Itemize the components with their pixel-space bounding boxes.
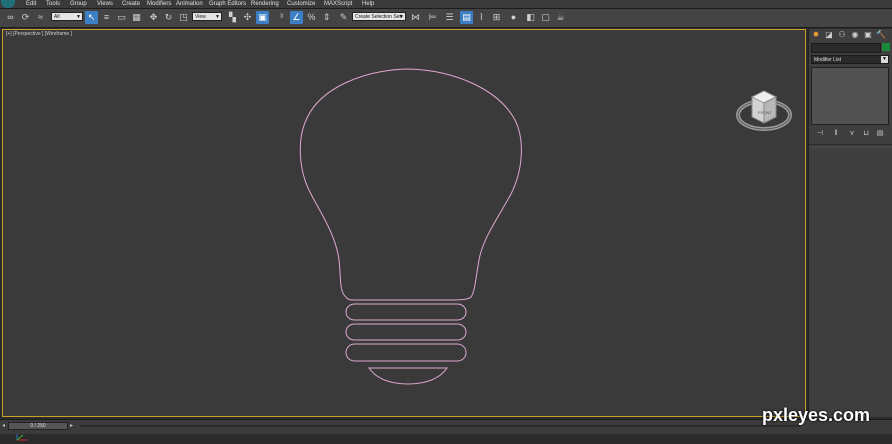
curve-editor-icon[interactable]: ⌇ [475,11,488,24]
align-icon[interactable]: ⊨ [426,11,439,24]
spinner-snap-icon[interactable]: ⇕ [320,11,333,24]
bind-space-warp-icon[interactable]: ≈ [34,11,47,24]
rendered-frame-window-icon[interactable]: ▢ [539,11,552,24]
modifier-list-dropdown[interactable]: Modifier List ▼ [811,55,889,64]
watermark: pxleyes.com [762,405,871,425]
main-toolbar: ∞ ⟳ ≈ All ▼ ↖ ≡ ▭ ▦ ✥ ↻ ◳ View ▼ ▚ ✣ ▣ ³ ∠… [0,9,892,28]
viewcube-face-label: FRONT [758,110,772,115]
unlink-icon[interactable]: ⟳ [19,11,32,24]
layer-manager-icon[interactable]: ☰ [443,11,456,24]
bulb-base-cap [368,367,448,385]
select-and-rotate-icon[interactable]: ↻ [162,11,175,24]
menu-edit[interactable]: Edit [26,0,36,8]
show-end-result-icon[interactable]: ‖ [831,130,841,138]
select-object-icon[interactable]: ↖ [85,11,98,24]
configure-modifier-sets-icon[interactable]: ▤ [875,130,885,138]
render-setup-icon[interactable]: ◧ [524,11,537,24]
hierarchy-tab-icon[interactable]: ⚇ [837,30,847,40]
menu-tools[interactable]: Tools [46,0,60,8]
bulb-glass-outline [299,68,522,301]
menu-modifiers[interactable]: Modifiers [147,0,171,8]
bulb-thread-ring-2 [345,323,467,341]
perspective-viewport[interactable]: [+] [Perspective ] [Wireframe ] FRONT [2,29,806,441]
snaps-toggle-icon[interactable]: ³ [275,11,288,24]
menu-graph-editors[interactable]: Graph Editors [209,0,246,8]
rectangular-selection-icon[interactable]: ▭ [115,11,128,24]
object-name-field[interactable] [811,43,881,53]
panel-divider [809,147,892,148]
percent-snap-icon[interactable]: % [305,11,318,24]
menu-help[interactable]: Help [362,0,374,8]
menu-group[interactable]: Group [70,0,87,8]
previous-frame-icon[interactable]: ◂ [2,422,5,429]
select-and-manipulate-icon[interactable]: ✣ [241,11,254,24]
link-icon[interactable]: ∞ [4,11,17,24]
utilities-tab-icon[interactable]: 🔨 [876,30,886,40]
menu-bar: Edit Tools Group Views Create Modifiers … [0,0,892,9]
select-by-name-icon[interactable]: ≡ [100,11,113,24]
app-logo-button[interactable] [1,0,15,8]
mirror-icon[interactable]: ⋈ [409,11,422,24]
render-production-icon[interactable]: ☕ [554,11,567,24]
viewcube[interactable]: FRONT [734,83,794,137]
keyboard-shortcut-override-icon[interactable]: ▣ [256,11,269,24]
panel-divider [809,144,892,145]
remove-modifier-icon[interactable]: ⊔ [861,130,871,138]
menu-maxscript[interactable]: MAXScript [324,0,352,8]
edit-named-selection-icon[interactable]: ✎ [337,11,350,24]
chevron-down-icon: ▼ [399,14,404,20]
menu-animation[interactable]: Animation [176,0,203,8]
schematic-view-icon[interactable]: ⊞ [490,11,503,24]
object-color-swatch[interactable] [882,43,890,51]
menu-customize[interactable]: Customize [287,0,315,8]
bulb-thread-ring-3 [345,343,467,362]
select-and-move-icon[interactable]: ✥ [147,11,160,24]
pin-stack-icon[interactable]: ⊣ [815,130,825,138]
motion-tab-icon[interactable]: ◉ [850,30,860,40]
window-crossing-icon[interactable]: ▦ [130,11,143,24]
modify-tab-icon[interactable]: ◪ [824,30,834,40]
make-unique-icon[interactable]: ⋎ [847,130,857,138]
chevron-down-icon: ▼ [215,14,220,20]
graphite-ribbon-icon[interactable]: ▤ [460,11,473,24]
bulb-thread-ring-1 [345,303,467,321]
display-tab-icon[interactable]: ▣ [863,30,873,40]
time-slider[interactable]: 0 / 250 [8,422,68,430]
reference-coordinate-dropdown[interactable]: View ▼ [192,12,222,21]
named-selection-sets-dropdown[interactable]: Create Selection Set ▼ [352,12,406,21]
material-editor-icon[interactable]: ● [507,11,520,24]
pivot-center-icon[interactable]: ▚ [226,11,239,24]
time-slider-bar: ◂ 0 / 250 ▸ [0,419,892,434]
command-panel: ✹ ◪ ⚇ ◉ ▣ 🔨 Modifier List ▼ ⊣ ‖ ⋎ ⊔ ▤ [808,29,892,417]
lightbulb-wireframe[interactable] [3,30,805,416]
next-frame-icon[interactable]: ▸ [70,422,73,429]
modifier-stack[interactable] [811,67,889,125]
create-tab-icon[interactable]: ✹ [811,30,821,40]
select-and-scale-icon[interactable]: ◳ [177,11,190,24]
selection-filter-dropdown[interactable]: All ▼ [51,12,83,21]
menu-create[interactable]: Create [122,0,140,8]
menu-views[interactable]: Views [97,0,113,8]
timeline-track[interactable] [80,425,800,427]
chevron-down-icon: ▼ [76,14,81,20]
angle-snap-icon[interactable]: ∠ [290,11,303,24]
menu-rendering[interactable]: Rendering [251,0,279,8]
chevron-down-icon: ▼ [881,56,888,63]
